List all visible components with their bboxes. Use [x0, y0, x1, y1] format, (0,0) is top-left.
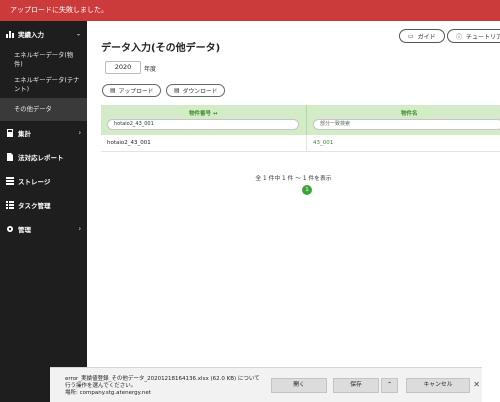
column-divider: [306, 105, 307, 135]
error-alert-banner: アップロードに失敗しました。: [0, 0, 500, 21]
info-icon: ⓘ: [456, 33, 463, 41]
app-window: アップロードに失敗しました。 実績入力 ⌄ エネルギーデータ(物件) エネルギー…: [0, 0, 500, 402]
save-button[interactable]: 保存: [333, 378, 379, 393]
task-list-icon: [5, 201, 14, 210]
sidebar-item-shukei[interactable]: 集計 ›: [0, 121, 87, 145]
sidebar-item-label: 法対応レポート: [18, 154, 64, 162]
book-icon: ▭: [408, 32, 414, 40]
property-number-filter-input[interactable]: hotaio2_43_001: [107, 119, 299, 130]
table-cell-property-number: hotaio2_43_001: [107, 140, 151, 146]
download-button[interactable]: ▤ ダウンロード: [166, 84, 226, 97]
file-icon: ▤: [174, 87, 180, 94]
upload-button-label: アップロード: [118, 89, 154, 95]
save-options-chevron-icon[interactable]: ⌃: [381, 378, 398, 393]
open-button[interactable]: 開く: [271, 378, 327, 393]
property-name-filter-input[interactable]: 部分一致検索: [313, 119, 500, 130]
sidebar-subitem-energy-property[interactable]: エネルギーデータ(物件): [0, 47, 87, 73]
pagination-page-button[interactable]: 1: [302, 185, 312, 195]
close-icon[interactable]: ✕: [473, 380, 480, 389]
sidebar-subitem-other-data[interactable]: その他データ: [0, 98, 87, 121]
upload-button[interactable]: ▤ アップロード: [102, 84, 162, 97]
tutorial-button[interactable]: ⓘ チュートリアル: [447, 29, 500, 43]
page-title: データ入力(その他データ): [101, 43, 221, 54]
sidebar-subitem-energy-tenant[interactable]: エネルギーデータ(テナント): [0, 73, 87, 98]
column-header-property-number[interactable]: 物件番号 ↔: [189, 109, 218, 117]
sidebar-item-kanri[interactable]: 管理 ›: [0, 217, 87, 241]
download-notification-bar: error_実績値登録_その他データ_20201218164136.xlsx (…: [50, 367, 482, 402]
document-icon: [5, 153, 14, 162]
sidebar-item-storage[interactable]: ストレージ: [0, 169, 87, 193]
gear-icon: [5, 225, 14, 234]
year-suffix-label: 年度: [144, 66, 157, 73]
download-prompt-text: 行う操作を選んでください。: [65, 383, 137, 389]
storage-icon: [5, 177, 14, 186]
file-icon: ▤: [110, 87, 116, 94]
sidebar-item-label: 実績入力: [18, 31, 44, 39]
main-content: ▭ ガイド ⓘ チュートリアル データ入力(その他データ) 2020 年度 ▤ …: [87, 21, 500, 367]
chevron-right-icon: ›: [78, 225, 81, 233]
guide-button-label: ガイド: [417, 33, 436, 41]
sidebar-item-label: 管理: [18, 226, 31, 234]
sidebar-item-label: タスク管理: [18, 202, 51, 210]
sidebar-item-label: ストレージ: [18, 178, 51, 186]
bar-chart-icon: [5, 30, 14, 39]
year-input[interactable]: 2020: [105, 61, 141, 74]
table-cell-property-name-link[interactable]: 43_001: [313, 140, 333, 146]
sidebar-submenu: エネルギーデータ(物件) エネルギーデータ(テナント) その他データ: [0, 47, 87, 121]
sidebar-item-jisseki-input[interactable]: 実績入力 ⌄: [0, 21, 87, 47]
pagination-info: 全 1 件中 1 件 〜 1 件を表示: [255, 176, 332, 182]
column-header-property-name[interactable]: 物件名: [401, 109, 418, 117]
chevron-right-icon: ›: [78, 129, 81, 137]
tutorial-button-label: チュートリアル: [466, 33, 500, 41]
sidebar: 実績入力 ⌄ エネルギーデータ(物件) エネルギーデータ(テナント) その他デー…: [0, 21, 87, 402]
guide-button[interactable]: ▭ ガイド: [399, 29, 445, 43]
chevron-down-icon: ⌄: [75, 30, 81, 38]
table-row[interactable]: hotaio2_43_001 43_001: [101, 135, 500, 152]
sidebar-item-task[interactable]: タスク管理: [0, 193, 87, 217]
calculator-icon: [5, 129, 14, 138]
sidebar-item-law-report[interactable]: 法対応レポート: [0, 145, 87, 169]
cancel-button[interactable]: キャンセル: [406, 378, 470, 393]
download-button-label: ダウンロード: [182, 89, 218, 95]
column-divider: [306, 135, 307, 152]
download-message: error_実績値登録_その他データ_20201218164136.xlsx (…: [65, 376, 265, 397]
download-location-text: 場所: company.stg.atenergy.net: [65, 390, 151, 396]
table-header: 物件番号 ↔ 物件名 hotaio2_43_001 部分一致検索: [101, 105, 500, 135]
download-filename-text: error_実績値登録_その他データ_20201218164136.xlsx (…: [65, 376, 260, 382]
sidebar-item-label: 集計: [18, 130, 31, 138]
